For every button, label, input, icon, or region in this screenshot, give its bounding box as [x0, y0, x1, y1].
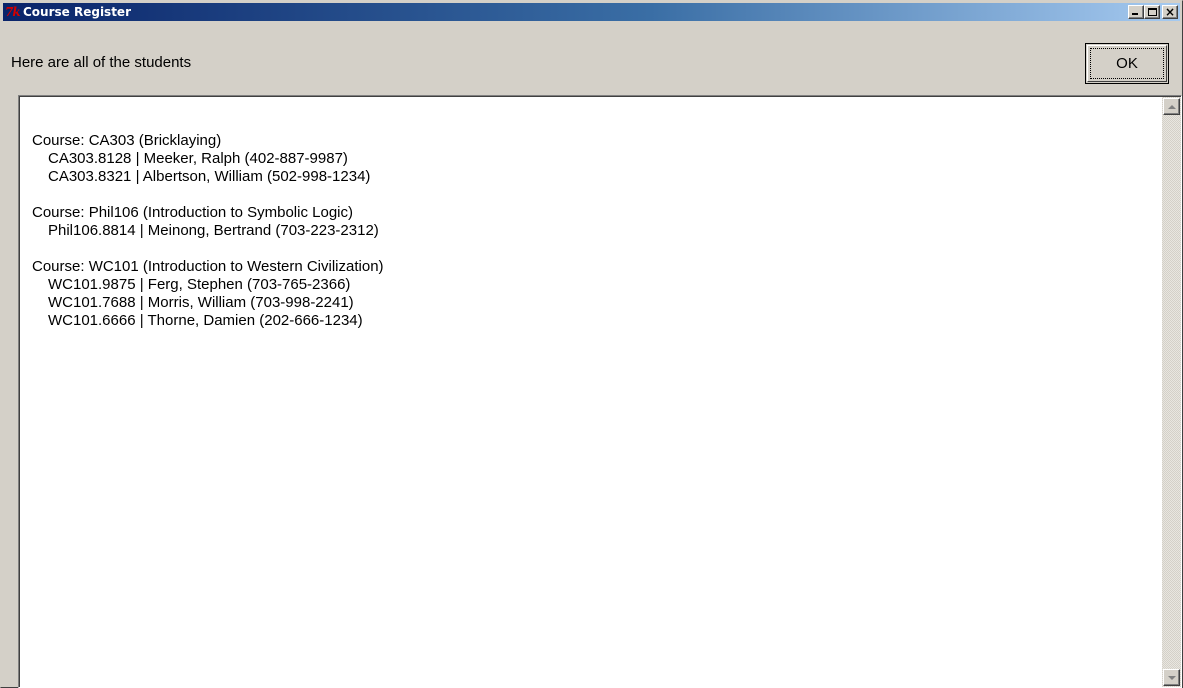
title-bar[interactable]: 7k Course Register × [3, 3, 1180, 21]
close-icon: × [1164, 5, 1176, 19]
student-entry: WC101.6666 | Thorne, Damien (202-666-123… [48, 312, 363, 329]
window-title: Course Register [23, 5, 131, 19]
maximize-icon [1148, 8, 1157, 16]
tk-feather-icon[interactable]: 7k [5, 4, 21, 20]
student-entry: CA303.8321 | Albertson, William (502-998… [48, 168, 371, 185]
close-button[interactable]: × [1162, 5, 1178, 19]
minimize-button[interactable] [1128, 5, 1144, 19]
course-heading: Course: WC101 (Introduction to Western C… [32, 258, 384, 275]
course-register-window: 7k Course Register × Here are all of the… [0, 0, 1183, 688]
scroll-up-button[interactable] [1163, 98, 1180, 115]
arrow-down-icon [1167, 675, 1176, 680]
student-text-area[interactable]: Course: CA303 (Bricklaying) CA303.8128 | … [18, 95, 1182, 688]
course-heading: Course: CA303 (Bricklaying) [32, 132, 222, 149]
vertical-scrollbar[interactable] [1162, 97, 1181, 687]
student-entry: Phil106.8814 | Meinong, Bertrand (703-22… [48, 222, 379, 239]
course-block: Course: Phil106 (Introduction to Symboli… [32, 204, 1152, 240]
text-area-inner: Course: CA303 (Bricklaying) CA303.8128 | … [19, 96, 1181, 687]
scroll-down-button[interactable] [1163, 669, 1180, 686]
title-buttons: × [1128, 5, 1178, 19]
course-heading: Course: Phil106 (Introduction to Symboli… [32, 204, 353, 221]
header-label: Here are all of the students [11, 54, 192, 71]
course-block: Course: WC101 (Introduction to Western C… [32, 258, 1152, 330]
arrow-up-icon [1167, 104, 1176, 109]
ok-button[interactable]: OK [1085, 43, 1169, 84]
student-entry: WC101.9875 | Ferg, Stephen (703-765-2366… [48, 276, 351, 293]
maximize-button[interactable] [1144, 5, 1160, 19]
student-entry: CA303.8128 | Meeker, Ralph (402-887-9987… [48, 150, 348, 167]
text-content: Course: CA303 (Bricklaying) CA303.8128 | … [32, 132, 1152, 348]
course-block: Course: CA303 (Bricklaying) CA303.8128 | … [32, 132, 1152, 186]
student-entry: WC101.7688 | Morris, William (703-998-22… [48, 294, 354, 311]
ok-button-label: OK [1116, 55, 1138, 72]
minimize-icon [1132, 13, 1138, 15]
